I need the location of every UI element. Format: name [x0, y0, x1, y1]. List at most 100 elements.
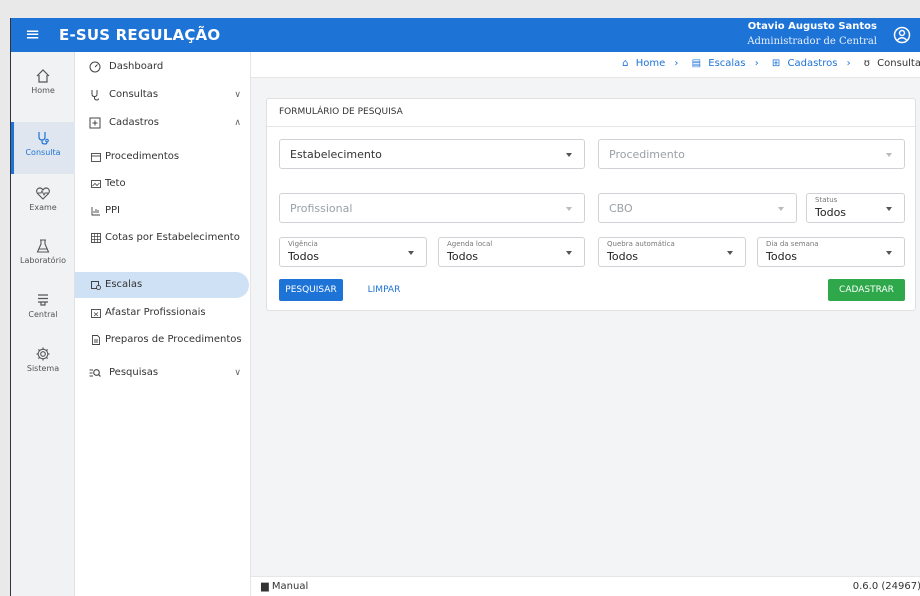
- calendar-icon: [91, 153, 101, 162]
- sidebar-item-label: Pesquisas: [109, 367, 159, 378]
- flask-icon: [36, 239, 50, 253]
- sidebar-subitem-procedimentos[interactable]: Procedimentos: [75, 144, 251, 170]
- chevron-down-icon: ∨: [234, 90, 241, 100]
- user-account-icon[interactable]: [893, 26, 911, 44]
- sidebar-item-label: Dashboard: [109, 61, 164, 72]
- rail-label: Consulta: [25, 148, 61, 157]
- rail-label: Exame: [29, 203, 57, 212]
- schedule-icon: [91, 281, 101, 290]
- profissional-select[interactable]: Profissional: [279, 193, 585, 223]
- user-name: Otavio Augusto Santos: [747, 21, 877, 32]
- home-icon: ⌂: [622, 58, 629, 69]
- breadcrumb-home[interactable]: Home: [636, 58, 666, 69]
- field-label: Quebra automática: [607, 240, 675, 248]
- sidebar-item-cadastros[interactable]: Cadastros ∧: [75, 110, 251, 136]
- stethoscope-icon: ʊ: [863, 58, 870, 69]
- calendar-x-icon: [91, 309, 101, 318]
- document-icon: [92, 335, 100, 345]
- sidebar-subitem-ppi[interactable]: PPI: [75, 198, 251, 224]
- field-value: Todos: [607, 250, 639, 263]
- pesquisar-button[interactable]: PESQUISAR: [279, 279, 343, 301]
- chevron-right-icon: ›: [674, 58, 679, 69]
- rail-item-central[interactable]: Central: [11, 284, 75, 336]
- sidebar-subitem-label: Preparos de Procedimentos: [105, 334, 242, 345]
- book-icon: ▆: [261, 581, 269, 592]
- dropdown-arrow-icon: [886, 207, 892, 211]
- gear-icon: [36, 347, 50, 361]
- sidebar-subitem-preparos[interactable]: Preparos de Procedimentos: [75, 327, 251, 353]
- dropdown-arrow-icon: [727, 251, 733, 255]
- field-placeholder: CBO: [609, 202, 633, 215]
- server-icon: [38, 294, 48, 306]
- chevron-right-icon: ›: [754, 58, 759, 69]
- card-header: FORMULÁRIO DE PESQUISA: [267, 99, 915, 127]
- field-value: Todos: [766, 250, 798, 263]
- plus-box-icon: ⊞: [771, 58, 781, 69]
- field-placeholder: Estabelecimento: [290, 148, 382, 161]
- field-label: Status: [815, 196, 838, 204]
- module-rail: Home Consulta Exame Laboratório Central …: [11, 52, 75, 596]
- stethoscope-icon: [38, 132, 49, 145]
- manual-label: Manual: [271, 581, 309, 592]
- cbo-select[interactable]: CBO: [598, 193, 797, 223]
- rail-item-laboratorio[interactable]: Laboratório: [11, 230, 75, 282]
- app-title: E-SUS REGULAÇÃO: [59, 26, 221, 44]
- top-bar: ≡ E-SUS REGULAÇÃO Otavio Augusto Santos …: [11, 18, 920, 52]
- menu-icon[interactable]: ≡: [25, 25, 40, 45]
- dropdown-arrow-icon: [886, 251, 892, 255]
- sidebar-subitem-label: Cotas por Estabelecimento: [105, 232, 240, 243]
- dropdown-arrow-icon: [408, 251, 414, 255]
- rail-label: Sistema: [26, 364, 60, 373]
- chart-icon: [91, 207, 100, 216]
- agenda-local-select[interactable]: Agenda local Todos: [438, 237, 585, 267]
- field-label: Agenda local: [447, 240, 493, 248]
- heart-pulse-icon: [36, 187, 50, 200]
- dropdown-arrow-icon: [566, 251, 572, 255]
- dropdown-arrow-icon: [886, 153, 892, 157]
- home-icon: [36, 69, 50, 83]
- breadcrumb-current: Consulta: [877, 58, 920, 69]
- rail-item-exame[interactable]: Exame: [11, 177, 75, 229]
- procedimento-select[interactable]: Procedimento: [598, 139, 905, 169]
- image-box-icon: [91, 180, 101, 188]
- status-select[interactable]: Status Todos: [806, 193, 905, 223]
- field-label: Vigência: [288, 240, 318, 248]
- sidebar-item-label: Cadastros: [109, 117, 159, 128]
- chevron-right-icon: ›: [846, 58, 851, 69]
- sidebar-item-consultas[interactable]: Consultas ∨: [75, 82, 251, 108]
- sidebar-subitem-teto[interactable]: Teto: [75, 171, 251, 197]
- quebra-automatica-select[interactable]: Quebra automática Todos: [598, 237, 746, 267]
- rail-label: Laboratório: [20, 256, 66, 265]
- sidebar-subitem-escalas[interactable]: Escalas: [75, 272, 249, 298]
- breadcrumb-escalas[interactable]: Escalas: [708, 58, 745, 69]
- estabelecimento-select[interactable]: Estabelecimento: [279, 139, 585, 169]
- vigencia-select[interactable]: Vigência Todos: [279, 237, 427, 267]
- breadcrumb-bar: ⌂ Home › ▤ Escalas › ⊞ Cadastros › ʊ Con…: [251, 52, 920, 78]
- footer: ▆ Manual 0.6.0 (24967): [251, 576, 920, 596]
- rail-item-consulta[interactable]: Consulta: [11, 122, 75, 174]
- sidebar-subitem-afastar[interactable]: Afastar Profissionais: [75, 300, 251, 326]
- sidebar-subitem-cotas[interactable]: Cotas por Estabelecimento: [75, 225, 251, 251]
- rail-item-sistema[interactable]: Sistema: [11, 338, 75, 390]
- breadcrumb-cadastros[interactable]: Cadastros: [787, 58, 837, 69]
- limpar-button[interactable]: LIMPAR: [359, 279, 409, 301]
- sidebar-subitem-label: PPI: [105, 205, 121, 216]
- sidebar-subitem-label: Afastar Profissionais: [105, 307, 206, 318]
- stethoscope-icon: [91, 90, 99, 101]
- rail-item-home[interactable]: Home: [11, 60, 75, 112]
- dropdown-arrow-icon: [778, 207, 784, 211]
- search-form-card: FORMULÁRIO DE PESQUISA Estabelecimento P…: [266, 98, 916, 311]
- schedule-icon: ▤: [691, 58, 702, 69]
- breadcrumb: ⌂ Home › ▤ Escalas › ⊞ Cadastros › ʊ Con…: [618, 58, 920, 69]
- form-title: FORMULÁRIO DE PESQUISA: [279, 107, 403, 117]
- rail-label: Central: [28, 310, 58, 319]
- field-value: Todos: [447, 250, 479, 263]
- sidebar-subitem-label: Procedimentos: [105, 151, 180, 162]
- sidebar-item-pesquisas[interactable]: Pesquisas ∨: [75, 360, 251, 386]
- field-label: Dia da semana: [766, 240, 819, 248]
- cadastrar-button[interactable]: CADASTRAR: [828, 279, 905, 301]
- dashboard-gauge-icon: [89, 61, 101, 73]
- sidebar-item-dashboard[interactable]: Dashboard: [75, 54, 251, 80]
- manual-link[interactable]: ▆ Manual: [261, 581, 308, 592]
- dia-semana-select[interactable]: Dia da semana Todos: [757, 237, 905, 267]
